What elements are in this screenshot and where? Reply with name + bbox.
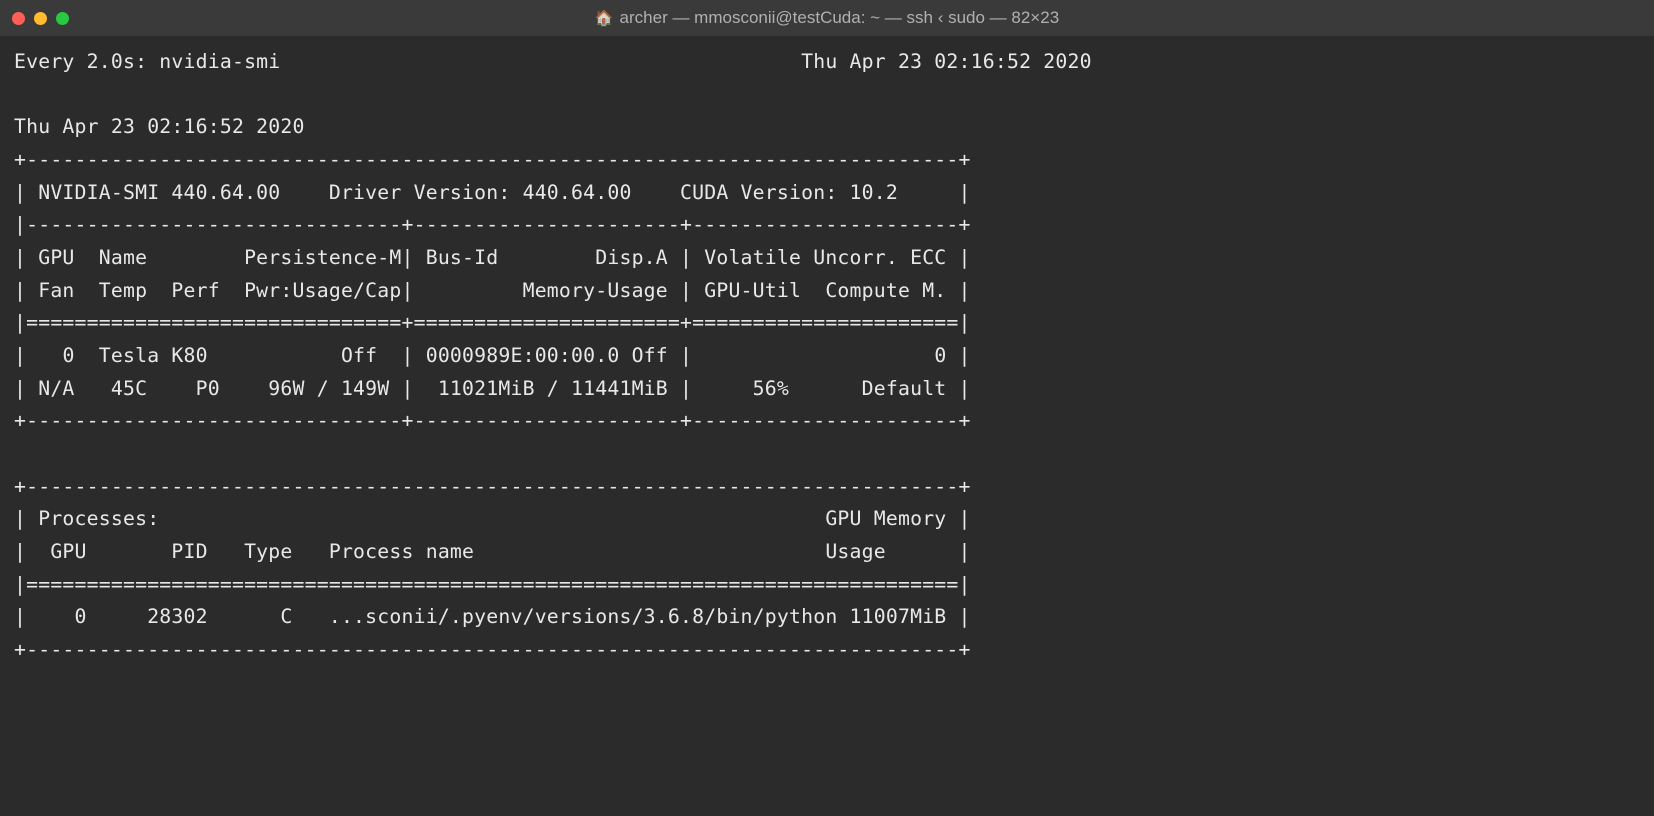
gpu-name: Tesla K80 — [99, 344, 208, 367]
gpu-ecc: 0 — [934, 344, 946, 367]
proc-row-pid: 28302 — [147, 605, 208, 628]
close-button[interactable] — [12, 12, 25, 25]
smi-timestamp: Thu Apr 23 02:16:52 2020 — [14, 115, 305, 138]
gpu-persistence: Off — [341, 344, 377, 367]
home-icon: 🏠 — [595, 9, 614, 27]
smi-version: 440.64.00 — [171, 181, 280, 204]
hdr-dispa: Disp.A — [595, 246, 668, 269]
watch-header-right: Thu Apr 23 02:16:52 2020 — [801, 50, 1092, 73]
hdr-gpu: GPU — [38, 246, 74, 269]
title-label: archer — mmosconii@testCuda: ~ — ssh ‹ s… — [620, 8, 1060, 28]
hdr-memusage: Memory-Usage — [523, 279, 668, 302]
traffic-lights — [12, 12, 69, 25]
gpu-pwr: 96W / 149W — [268, 377, 389, 400]
proc-row-gpu: 0 — [75, 605, 87, 628]
proc-header: Processes: — [38, 507, 159, 530]
proc-col-gpu: GPU — [50, 540, 86, 563]
driver-version: 440.64.00 — [523, 181, 632, 204]
proc-col-usage: Usage — [825, 540, 886, 563]
hdr-busid: Bus-Id — [426, 246, 499, 269]
smi-version-label: NVIDIA-SMI — [38, 181, 159, 204]
hdr-name: Name — [99, 246, 147, 269]
hdr-temp: Temp — [99, 279, 147, 302]
proc-row-type: C — [280, 605, 292, 628]
window-titlebar: 🏠 archer — mmosconii@testCuda: ~ — ssh ‹… — [0, 0, 1654, 36]
gpu-util: 56% — [753, 377, 789, 400]
window-title: 🏠 archer — mmosconii@testCuda: ~ — ssh ‹… — [595, 8, 1059, 28]
hdr-pwr: Pwr:Usage/Cap — [244, 279, 401, 302]
gpu-perf: P0 — [196, 377, 220, 400]
hdr-perf: Perf — [171, 279, 219, 302]
proc-col-pid: PID — [171, 540, 207, 563]
cuda-label: CUDA Version: — [680, 181, 837, 204]
maximize-button[interactable] — [56, 12, 69, 25]
proc-col-type: Type — [244, 540, 292, 563]
proc-memhdr: GPU Memory — [825, 507, 946, 530]
gpu-dispa: Off — [632, 344, 668, 367]
hdr-fan: Fan — [38, 279, 74, 302]
gpu-fan: N/A — [38, 377, 74, 400]
watch-header-left: Every 2.0s: nvidia-smi — [14, 50, 280, 73]
gpu-compute: Default — [862, 377, 947, 400]
proc-col-name: Process name — [329, 540, 474, 563]
proc-row-name: ...sconii/.pyenv/versions/3.6.8/bin/pyth… — [329, 605, 838, 628]
gpu-mem: 11021MiB / 11441MiB — [438, 377, 668, 400]
hdr-gpuutil: GPU-Util — [704, 279, 801, 302]
cuda-version: 10.2 — [850, 181, 898, 204]
hdr-compute: Compute M. — [825, 279, 946, 302]
driver-label: Driver Version: — [329, 181, 511, 204]
gpu-busid: 0000989E:00:00.0 — [426, 344, 620, 367]
hdr-volatile: Volatile Uncorr. ECC — [704, 246, 946, 269]
proc-row-mem: 11007MiB — [850, 605, 947, 628]
gpu-temp: 45C — [111, 377, 147, 400]
gpu-idx: 0 — [62, 344, 74, 367]
hdr-persistence: Persistence-M — [244, 246, 401, 269]
minimize-button[interactable] — [34, 12, 47, 25]
terminal-output[interactable]: Every 2.0s: nvidia-smi Thu Apr 23 02:16:… — [0, 36, 1654, 676]
